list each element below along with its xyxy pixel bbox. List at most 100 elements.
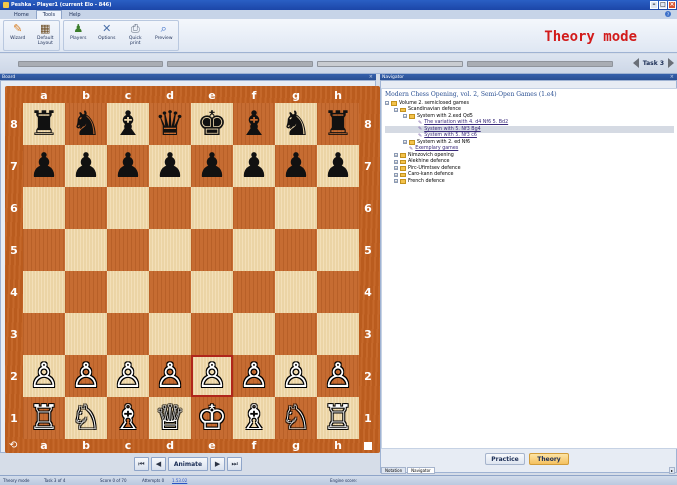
minimize-button[interactable]: – xyxy=(650,1,658,9)
piece-d8[interactable]: ♛ xyxy=(155,107,185,141)
piece-b8[interactable]: ♞ xyxy=(71,107,101,141)
piece-h2[interactable]: ♙ xyxy=(323,359,353,393)
square-h1[interactable]: ♖ xyxy=(317,397,359,439)
square-b6[interactable] xyxy=(65,187,107,229)
piece-h1[interactable]: ♖ xyxy=(323,401,353,435)
square-b7[interactable]: ♟ xyxy=(65,145,107,187)
animate-button[interactable]: Animate xyxy=(167,457,209,471)
expand-icon[interactable]: + xyxy=(394,159,398,164)
piece-a2[interactable]: ♙ xyxy=(29,359,59,393)
square-e5[interactable] xyxy=(191,229,233,271)
square-e8[interactable]: ♚ xyxy=(191,103,233,145)
prev-move-button[interactable]: ◀ xyxy=(150,457,166,471)
square-a3[interactable] xyxy=(23,313,65,355)
square-g6[interactable] xyxy=(275,187,317,229)
expand-icon[interactable]: + xyxy=(403,140,407,145)
next-task-icon[interactable] xyxy=(668,58,674,68)
square-b2[interactable]: ♙ xyxy=(65,355,107,397)
square-e7[interactable]: ♟ xyxy=(191,145,233,187)
square-e2[interactable]: ♙ xyxy=(191,355,233,397)
square-c3[interactable] xyxy=(107,313,149,355)
square-h7[interactable]: ♟ xyxy=(317,145,359,187)
next-move-button[interactable]: ▶ xyxy=(210,457,226,471)
tab-tools[interactable]: Tools xyxy=(35,10,63,19)
piece-c8[interactable]: ♝ xyxy=(113,107,143,141)
square-a1[interactable]: ♖ xyxy=(23,397,65,439)
first-move-button[interactable]: ⏮ xyxy=(133,457,149,471)
square-f1[interactable]: ♗ xyxy=(233,397,275,439)
square-d2[interactable]: ♙ xyxy=(149,355,191,397)
collapse-icon[interactable]: − xyxy=(403,114,407,119)
piece-a8[interactable]: ♜ xyxy=(29,107,59,141)
piece-h8[interactable]: ♜ xyxy=(323,107,353,141)
task-segment-4[interactable] xyxy=(467,61,613,67)
square-a2[interactable]: ♙ xyxy=(23,355,65,397)
square-a4[interactable] xyxy=(23,271,65,313)
square-d5[interactable] xyxy=(149,229,191,271)
square-f8[interactable]: ♝ xyxy=(233,103,275,145)
tab-navigator[interactable]: Navigator xyxy=(407,467,435,474)
square-h6[interactable] xyxy=(317,187,359,229)
piece-f8[interactable]: ♝ xyxy=(239,107,269,141)
square-c4[interactable] xyxy=(107,271,149,313)
square-f6[interactable] xyxy=(233,187,275,229)
piece-b2[interactable]: ♙ xyxy=(71,359,101,393)
piece-d1[interactable]: ♕ xyxy=(155,401,185,435)
task-segment-1[interactable] xyxy=(18,61,163,67)
piece-e8[interactable]: ♚ xyxy=(197,107,227,141)
piece-f1[interactable]: ♗ xyxy=(239,401,269,435)
piece-e7[interactable]: ♟ xyxy=(197,149,227,183)
collapse-icon[interactable]: − xyxy=(394,107,398,112)
square-g3[interactable] xyxy=(275,313,317,355)
square-g4[interactable] xyxy=(275,271,317,313)
square-d1[interactable]: ♕ xyxy=(149,397,191,439)
square-e3[interactable] xyxy=(191,313,233,355)
piece-a7[interactable]: ♟ xyxy=(29,149,59,183)
square-g8[interactable]: ♞ xyxy=(275,103,317,145)
piece-h7[interactable]: ♟ xyxy=(323,149,353,183)
square-a7[interactable]: ♟ xyxy=(23,145,65,187)
square-d6[interactable] xyxy=(149,187,191,229)
square-d7[interactable]: ♟ xyxy=(149,145,191,187)
square-g1[interactable]: ♘ xyxy=(275,397,317,439)
piece-c1[interactable]: ♗ xyxy=(113,401,143,435)
square-e1[interactable]: ♔ xyxy=(191,397,233,439)
square-g7[interactable]: ♟ xyxy=(275,145,317,187)
square-c2[interactable]: ♙ xyxy=(107,355,149,397)
status-time-link[interactable]: 1.53.02 xyxy=(172,478,187,483)
piece-a1[interactable]: ♖ xyxy=(29,401,59,435)
piece-f2[interactable]: ♙ xyxy=(239,359,269,393)
wizard-button[interactable]: ✎ Wizard xyxy=(6,22,30,41)
scroll-right-icon[interactable]: ▸ xyxy=(669,467,675,474)
square-c5[interactable] xyxy=(107,229,149,271)
expand-icon[interactable]: + xyxy=(394,179,398,184)
tab-notation[interactable]: Notation xyxy=(381,467,407,474)
square-c1[interactable]: ♗ xyxy=(107,397,149,439)
square-c6[interactable] xyxy=(107,187,149,229)
square-d8[interactable]: ♛ xyxy=(149,103,191,145)
piece-c7[interactable]: ♟ xyxy=(113,149,143,183)
tab-help[interactable]: Help xyxy=(63,11,86,19)
square-f4[interactable] xyxy=(233,271,275,313)
square-c7[interactable]: ♟ xyxy=(107,145,149,187)
piece-b1[interactable]: ♘ xyxy=(71,401,101,435)
maximize-button[interactable]: □ xyxy=(659,1,667,9)
piece-g8[interactable]: ♞ xyxy=(281,107,311,141)
square-d3[interactable] xyxy=(149,313,191,355)
piece-b7[interactable]: ♟ xyxy=(71,149,101,183)
square-h4[interactable] xyxy=(317,271,359,313)
help-icon[interactable]: ? xyxy=(665,11,671,17)
square-b5[interactable] xyxy=(65,229,107,271)
piece-g2[interactable]: ♙ xyxy=(281,359,311,393)
square-e4[interactable] xyxy=(191,271,233,313)
piece-d2[interactable]: ♙ xyxy=(155,359,185,393)
last-move-button[interactable]: ⏭ xyxy=(227,457,243,471)
prev-task-icon[interactable] xyxy=(632,58,639,68)
square-d4[interactable] xyxy=(149,271,191,313)
square-e6[interactable] xyxy=(191,187,233,229)
square-f2[interactable]: ♙ xyxy=(233,355,275,397)
task-segment-2[interactable] xyxy=(167,61,313,67)
piece-e2[interactable]: ♙ xyxy=(197,359,227,393)
square-g2[interactable]: ♙ xyxy=(275,355,317,397)
tab-home[interactable]: Home xyxy=(8,11,35,19)
